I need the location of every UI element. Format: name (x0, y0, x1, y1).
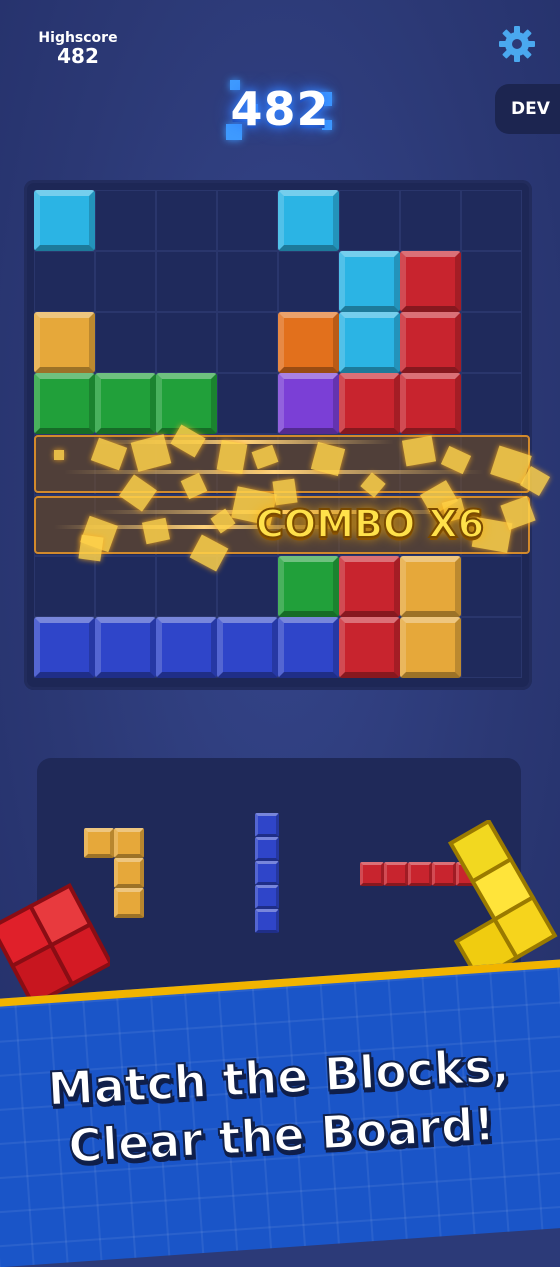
board-cell[interactable] (34, 556, 95, 617)
block-cyan (339, 312, 400, 373)
block-red (339, 373, 400, 434)
block-green (34, 373, 95, 434)
board-cell[interactable] (461, 190, 522, 251)
gear-icon[interactable] (497, 24, 537, 64)
piece-block (255, 885, 279, 909)
board-cell[interactable] (278, 251, 339, 312)
board-cell[interactable] (34, 251, 95, 312)
board-cell[interactable] (339, 190, 400, 251)
current-score: 482 (230, 82, 330, 136)
block-red (339, 556, 400, 617)
combo-text: COMBO X6 (255, 501, 485, 547)
block-blue (156, 617, 217, 678)
board-cell[interactable] (461, 617, 522, 678)
game-board[interactable] (24, 180, 551, 690)
block-red (400, 373, 461, 434)
dev-button[interactable]: DEV (495, 84, 560, 134)
board-cell[interactable] (95, 251, 156, 312)
piece-block (114, 888, 144, 918)
piece-block (255, 837, 279, 861)
board-cell[interactable] (95, 556, 156, 617)
piece-block (84, 828, 114, 858)
piece-block (360, 862, 384, 886)
block-gold (34, 312, 95, 373)
highscore: Highscore 482 (38, 30, 118, 68)
piece-block (384, 862, 408, 886)
board-cell[interactable] (217, 556, 278, 617)
board-cell[interactable] (461, 373, 522, 434)
board-cell[interactable] (95, 190, 156, 251)
block-purple (278, 373, 339, 434)
block-red (339, 617, 400, 678)
board-cell[interactable] (461, 251, 522, 312)
block-red (400, 312, 461, 373)
piece-block (114, 858, 144, 888)
confetti (54, 450, 64, 460)
board-cell[interactable] (217, 373, 278, 434)
highscore-value: 482 (57, 44, 99, 68)
board-cell[interactable] (461, 556, 522, 617)
block-blue (95, 617, 156, 678)
block-green (95, 373, 156, 434)
board-cell[interactable] (156, 190, 217, 251)
piece-block (255, 861, 279, 885)
board-cell[interactable] (217, 190, 278, 251)
board-cell[interactable] (461, 312, 522, 373)
board-cell[interactable] (400, 190, 461, 251)
board-cell[interactable] (217, 251, 278, 312)
block-gold (400, 556, 461, 617)
piece-block (255, 813, 279, 837)
piece-block (114, 828, 144, 858)
block-gold (400, 617, 461, 678)
block-blue (217, 617, 278, 678)
confetti (78, 534, 104, 562)
block-blue (278, 617, 339, 678)
piece-block (408, 862, 432, 886)
block-red (400, 251, 461, 312)
board-cell[interactable] (95, 312, 156, 373)
board-cell[interactable] (156, 312, 217, 373)
piece-block (255, 909, 279, 933)
light-streak (64, 470, 484, 474)
board-cell[interactable] (217, 312, 278, 373)
block-blue (34, 617, 95, 678)
block-cyan (278, 190, 339, 251)
confetti (401, 435, 437, 467)
block-cyan (34, 190, 95, 251)
block-green (278, 556, 339, 617)
block-orange (278, 312, 339, 373)
block-green (156, 373, 217, 434)
block-cyan (339, 251, 400, 312)
board-cell[interactable] (156, 251, 217, 312)
confetti (216, 439, 248, 475)
